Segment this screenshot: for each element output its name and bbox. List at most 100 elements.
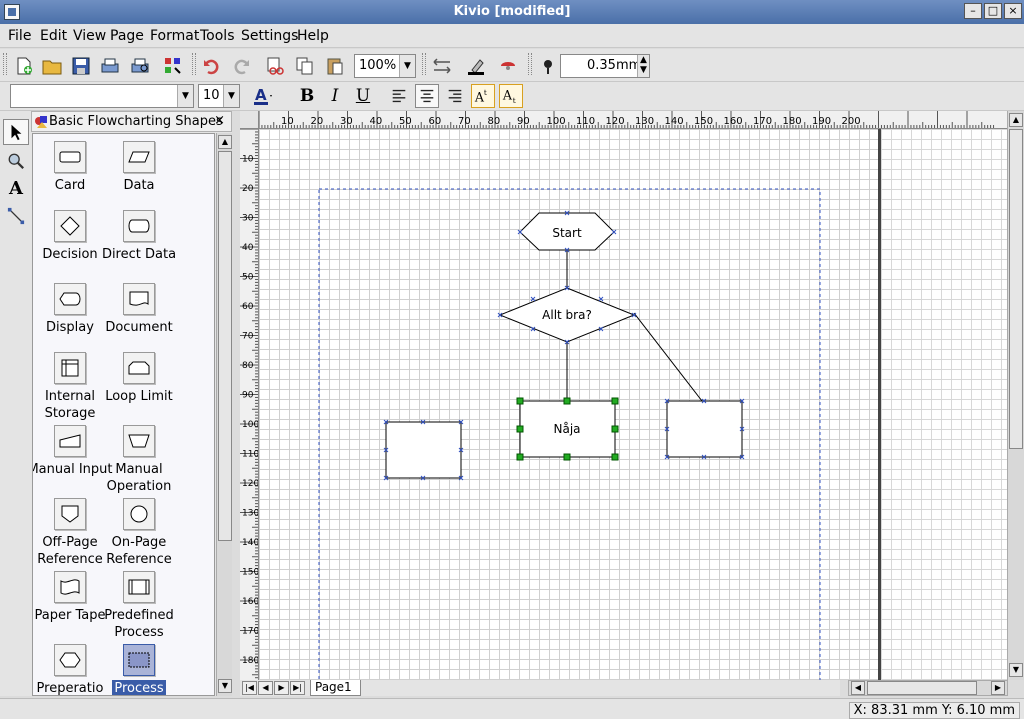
- open-folder-icon[interactable]: [39, 53, 65, 79]
- text-color-icon[interactable]: A: [250, 84, 274, 108]
- bold-button[interactable]: B: [295, 84, 319, 108]
- svg-text:t: t: [484, 88, 487, 97]
- scroll-thumb[interactable]: [1009, 129, 1023, 449]
- menu-page[interactable]: Page: [110, 28, 144, 44]
- scroll-right-icon[interactable]: ▶: [991, 681, 1005, 695]
- scroll-down-icon[interactable]: ▼: [218, 679, 232, 693]
- line-width-value: 0.35mm: [587, 58, 642, 73]
- manual-input-icon: [54, 425, 86, 457]
- canvas-horizontal-scrollbar[interactable]: ◀ ▶: [848, 680, 1008, 696]
- cut-icon[interactable]: [262, 53, 288, 79]
- stencil-shape-direct-data[interactable]: Direct Data: [96, 210, 182, 263]
- align-right-icon[interactable]: [443, 84, 467, 108]
- stencil-shape-manual-operation[interactable]: Manual Operation: [96, 425, 182, 495]
- shape-label: Data: [123, 178, 155, 193]
- minimize-button[interactable]: –: [964, 3, 982, 19]
- menu-edit[interactable]: Edit: [40, 28, 67, 44]
- toolbar-grip[interactable]: [528, 53, 532, 75]
- stencil-shape-on-page-reference[interactable]: On-Page Reference: [96, 498, 182, 568]
- vertical-ruler: 10 20 30 40 50 60 70 80 90 100 110 120 130 140 150 160 1…: [240, 129, 259, 680]
- stencil-shape-document[interactable]: Document: [96, 283, 182, 336]
- process-shape-right[interactable]: [666, 400, 743, 458]
- drawing-canvas[interactable]: Start Allt bra? Nåja: [259, 129, 1007, 680]
- superscript-icon[interactable]: At: [471, 84, 495, 108]
- stencil-shape-loop-limit[interactable]: Loop Limit: [96, 352, 182, 405]
- font-size-value: 10: [203, 88, 220, 103]
- font-family-select[interactable]: ▼: [10, 84, 194, 108]
- new-file-icon[interactable]: [11, 53, 37, 79]
- scroll-up-icon[interactable]: ▲: [1009, 113, 1023, 127]
- main-toolbar: 100% ▼ 0.35mm ▲ ▼: [0, 49, 1024, 82]
- save-icon[interactable]: [68, 53, 94, 79]
- line-color-icon[interactable]: [463, 53, 489, 79]
- zoom-tool-icon[interactable]: [3, 148, 29, 174]
- stencil-scrollbar[interactable]: ▲ ▼: [216, 133, 232, 696]
- undo-icon[interactable]: [199, 53, 225, 79]
- menu-file[interactable]: File: [8, 28, 31, 44]
- ruler-label: 20: [311, 116, 324, 127]
- menu-tools[interactable]: Tools: [200, 28, 235, 44]
- canvas-vertical-scrollbar[interactable]: ▲ ▼: [1007, 111, 1024, 680]
- text-tool-icon[interactable]: A: [3, 175, 29, 201]
- spin-arrows-icon[interactable]: ▲ ▼: [637, 55, 649, 77]
- menu-view[interactable]: View: [73, 28, 106, 44]
- print-preview-icon[interactable]: [127, 53, 153, 79]
- connector-arrows-icon[interactable]: [429, 53, 455, 79]
- toolbar-grip[interactable]: [422, 53, 426, 75]
- toolbar-grip[interactable]: [192, 53, 196, 75]
- scroll-down-icon[interactable]: ▼: [1009, 663, 1023, 677]
- scroll-thumb[interactable]: [867, 681, 977, 695]
- first-page-icon[interactable]: |◀: [242, 681, 257, 695]
- paste-icon[interactable]: [322, 53, 348, 79]
- ruler-ticks: 10 20 30 40 50 60 70 80 90 100 110 120 130 140 150 160 1…: [259, 111, 995, 128]
- chevron-down-icon[interactable]: ▼: [399, 55, 415, 77]
- scroll-thumb[interactable]: [218, 151, 232, 541]
- print-icon[interactable]: [97, 53, 123, 79]
- menu-help[interactable]: Help: [297, 28, 329, 44]
- connector-tool-icon[interactable]: [3, 203, 29, 229]
- scroll-left-icon[interactable]: ◀: [851, 681, 865, 695]
- ruler-label: 120: [242, 479, 259, 489]
- process-shape-left[interactable]: [385, 421, 462, 479]
- align-left-icon[interactable]: [387, 84, 411, 108]
- align-center-icon[interactable]: [415, 84, 439, 108]
- data-icon: [123, 141, 155, 173]
- select-pointer-icon[interactable]: [3, 119, 29, 145]
- underline-button[interactable]: U: [351, 84, 375, 108]
- close-window-button[interactable]: ×: [1004, 3, 1022, 19]
- stencil-shape-predefined-process[interactable]: Predefined Process: [96, 571, 182, 641]
- font-size-select[interactable]: 10 ▼: [198, 84, 240, 108]
- process-shape-selected[interactable]: Nåja: [516, 397, 619, 461]
- decision-shape[interactable]: Allt bra?: [498, 287, 636, 343]
- scroll-up-icon[interactable]: ▲: [218, 135, 232, 149]
- start-shape[interactable]: Start: [519, 212, 615, 251]
- fill-color-icon[interactable]: [495, 53, 521, 79]
- ruler-label: 80: [242, 361, 254, 371]
- chevron-down-icon[interactable]: ▼: [177, 85, 193, 107]
- redo-icon[interactable]: [228, 53, 254, 79]
- prev-page-icon[interactable]: ◀: [258, 681, 273, 695]
- tab-page1[interactable]: Page1: [310, 680, 361, 696]
- line-width-spinbox[interactable]: 0.35mm ▲ ▼: [560, 54, 650, 78]
- stencil-header: Basic Flowcharting Shapes ×: [31, 111, 232, 132]
- last-page-icon[interactable]: ▶|: [290, 681, 305, 695]
- chevron-down-icon[interactable]: ▼: [223, 85, 239, 107]
- toolbar-grip[interactable]: [3, 53, 7, 75]
- decision-icon: [54, 210, 86, 242]
- copy-icon[interactable]: [292, 53, 318, 79]
- stencil-shape-process[interactable]: Process: [96, 644, 182, 695]
- maximize-button[interactable]: □: [984, 3, 1002, 19]
- next-page-icon[interactable]: ▶: [274, 681, 289, 695]
- export-icon[interactable]: [160, 53, 186, 79]
- ruler-label: 160: [242, 597, 259, 607]
- subscript-icon[interactable]: At: [499, 84, 523, 108]
- menu-format[interactable]: Format: [150, 28, 199, 44]
- connector-decision-right[interactable]: [633, 312, 703, 402]
- menu-settings[interactable]: Settings: [241, 28, 298, 44]
- close-icon[interactable]: ×: [214, 113, 225, 128]
- italic-button[interactable]: I: [323, 84, 347, 108]
- zoom-select[interactable]: 100% ▼: [354, 54, 416, 78]
- line-width-icon[interactable]: [535, 53, 561, 79]
- ruler-label: 40: [242, 243, 254, 253]
- stencil-shape-data[interactable]: Data: [96, 141, 182, 194]
